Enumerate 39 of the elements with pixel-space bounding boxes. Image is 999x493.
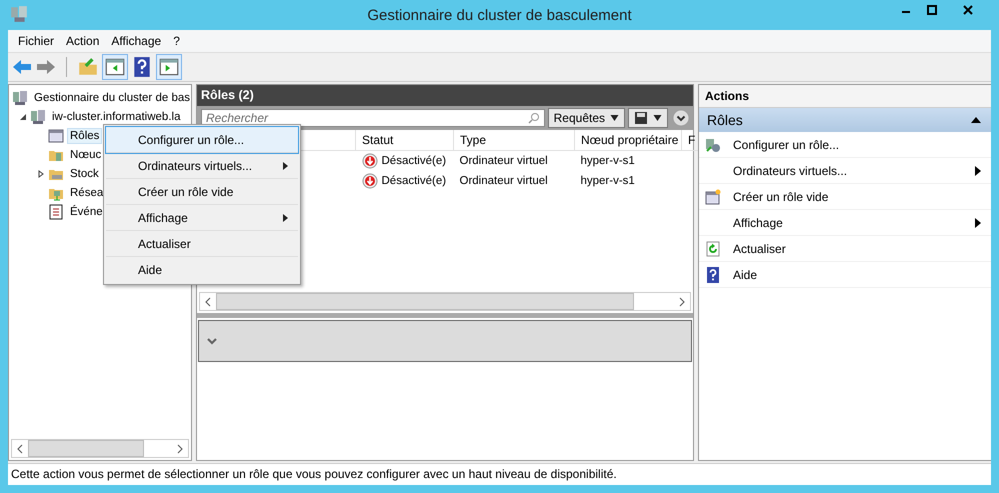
task-link[interactable]: Créer un rôle vide	[699, 184, 991, 210]
table-cell: Désactivé(e)	[356, 171, 454, 191]
menu-item[interactable]: Créer un rôle vide	[106, 179, 298, 205]
menu-item[interactable]: ?	[167, 34, 186, 48]
column-header[interactable]: Statut	[356, 130, 454, 150]
task-link[interactable]: Affichage	[699, 210, 991, 236]
table-cell-text: Ordinateur virtuel	[458, 174, 549, 189]
status-text: Cette action vous permet de sélectionner un rôle que vous pouvez configurer avec un haut niveau de disponibilité.	[8, 463, 991, 485]
task-link[interactable]: Actualiser	[699, 236, 991, 262]
menu-item[interactable]: Ordinateurs virtuels...	[106, 153, 298, 179]
menu-item[interactable]: Fichier	[12, 34, 60, 48]
tree-item[interactable]: Rôles	[68, 128, 102, 142]
tree-item[interactable]: Événe	[68, 204, 105, 218]
table-cell: hyper-v-s1	[574, 150, 682, 171]
window-title: Gestionnaire du cluster de basculement	[367, 6, 632, 24]
search-field[interactable]: Rechercher	[201, 109, 545, 127]
table-cell: Ordinateur virtuel	[454, 150, 574, 171]
tree-item[interactable]: Résea	[68, 186, 106, 200]
task-link[interactable]: Ordinateurs virtuels...	[699, 158, 991, 184]
table-cell-text: hyper-v-s1	[580, 174, 636, 189]
menu-item[interactable]: Actualiser	[106, 231, 298, 257]
column-header[interactable]: Type	[454, 130, 574, 150]
tree-item[interactable]: iw-cluster.informatiweb.la	[50, 110, 182, 124]
panel-title: Rôles (2)	[197, 85, 693, 106]
menu-item[interactable]: Affichage	[106, 205, 298, 231]
menu-item[interactable]: Configurer un rôle...	[106, 127, 298, 153]
tree-item[interactable]: Gestionnaire du cluster de bas	[32, 90, 191, 104]
menu-item[interactable]: Affichage	[105, 34, 168, 48]
tree-item[interactable]: Nœuc	[68, 148, 104, 162]
panel-title: Actions	[699, 85, 991, 108]
tree-item[interactable]: Stock	[68, 166, 101, 180]
task-link[interactable]: Aide	[699, 262, 991, 288]
table-cell: Désactivé(e)	[356, 150, 454, 171]
menu-item[interactable]: Action	[60, 34, 106, 48]
task-link[interactable]: Configurer un rôle...	[699, 132, 991, 158]
section-header[interactable]: Rôles	[699, 108, 991, 132]
queries-button[interactable]: Requêtes	[548, 108, 625, 128]
column-header[interactable]: Nœud propriétaire	[574, 130, 682, 150]
menu-item[interactable]: Aide	[106, 257, 298, 282]
